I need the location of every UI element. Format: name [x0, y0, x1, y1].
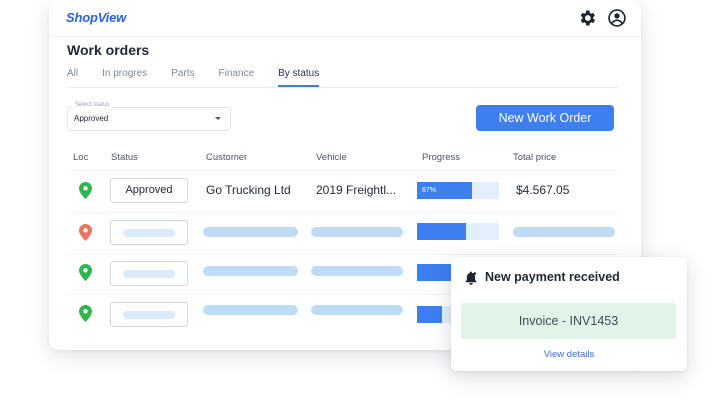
status-select-caption: Select status — [73, 102, 112, 108]
skeleton-bar — [311, 305, 403, 315]
location-pin-icon[interactable] — [79, 305, 92, 322]
tab-in-progress[interactable]: In progres — [102, 68, 147, 87]
skeleton-bar — [123, 229, 175, 237]
column-header-status[interactable]: Status — [111, 152, 138, 163]
customer-name[interactable]: Go Trucking Ltd — [206, 183, 291, 197]
skeleton-bar — [203, 227, 298, 237]
notification-title: New payment received — [485, 270, 620, 284]
progress-bar — [417, 223, 499, 240]
progress-fill — [417, 223, 467, 240]
skeleton-bar — [311, 227, 403, 237]
skeleton-bar — [123, 270, 175, 278]
settings-icon[interactable] — [577, 8, 597, 28]
progress-fill — [417, 306, 442, 323]
row-divider — [67, 254, 619, 255]
status-badge-placeholder[interactable] — [110, 302, 188, 327]
tab-bar: All In progres Parts Finance By status — [67, 68, 619, 88]
status-select[interactable]: Approved — [67, 107, 231, 131]
account-icon[interactable] — [607, 8, 627, 28]
tab-finance[interactable]: Finance — [219, 68, 255, 87]
skeleton-bar — [123, 311, 175, 319]
column-header-progress[interactable]: Progress — [422, 152, 460, 163]
new-work-order-button[interactable]: New Work Order — [476, 105, 614, 131]
skeleton-bar — [311, 266, 403, 276]
skeleton-bar — [203, 305, 298, 315]
status-badge[interactable]: Approved — [110, 178, 188, 203]
column-header-vehicle[interactable]: Vehicle — [316, 152, 347, 163]
tab-by-status[interactable]: By status — [278, 68, 320, 87]
location-pin-icon[interactable] — [79, 224, 92, 241]
page-title: Work orders — [67, 42, 150, 58]
row-divider — [67, 170, 619, 171]
vehicle-name[interactable]: 2019 Freightl... — [316, 183, 396, 197]
view-details-link[interactable]: View details — [451, 349, 687, 360]
column-header-total-price[interactable]: Total price — [513, 152, 556, 163]
skeleton-bar — [513, 227, 615, 237]
progress-fill: 67% — [417, 182, 472, 199]
invoice-box[interactable]: Invoice - INV1453 — [461, 303, 676, 339]
status-select-value: Approved — [74, 114, 109, 123]
skeleton-bar — [203, 266, 298, 276]
bell-icon — [465, 271, 477, 285]
tab-parts[interactable]: Parts — [171, 68, 194, 87]
logo[interactable]: ShopView — [66, 10, 126, 25]
location-pin-icon[interactable] — [79, 264, 92, 281]
row-divider — [67, 212, 619, 213]
chevron-down-icon — [215, 117, 221, 120]
payment-notification[interactable]: New payment received Invoice - INV1453 V… — [451, 257, 687, 371]
column-header-customer[interactable]: Customer — [206, 152, 247, 163]
column-header-loc[interactable]: Loc — [73, 152, 88, 163]
progress-bar: 67% — [417, 182, 499, 199]
location-pin-icon[interactable] — [79, 182, 92, 199]
tab-all[interactable]: All — [67, 68, 78, 87]
status-badge-placeholder[interactable] — [110, 220, 188, 245]
total-price: $4.567.05 — [516, 183, 570, 197]
top-bar: ShopView — [49, 0, 641, 37]
status-badge-placeholder[interactable] — [110, 261, 188, 286]
